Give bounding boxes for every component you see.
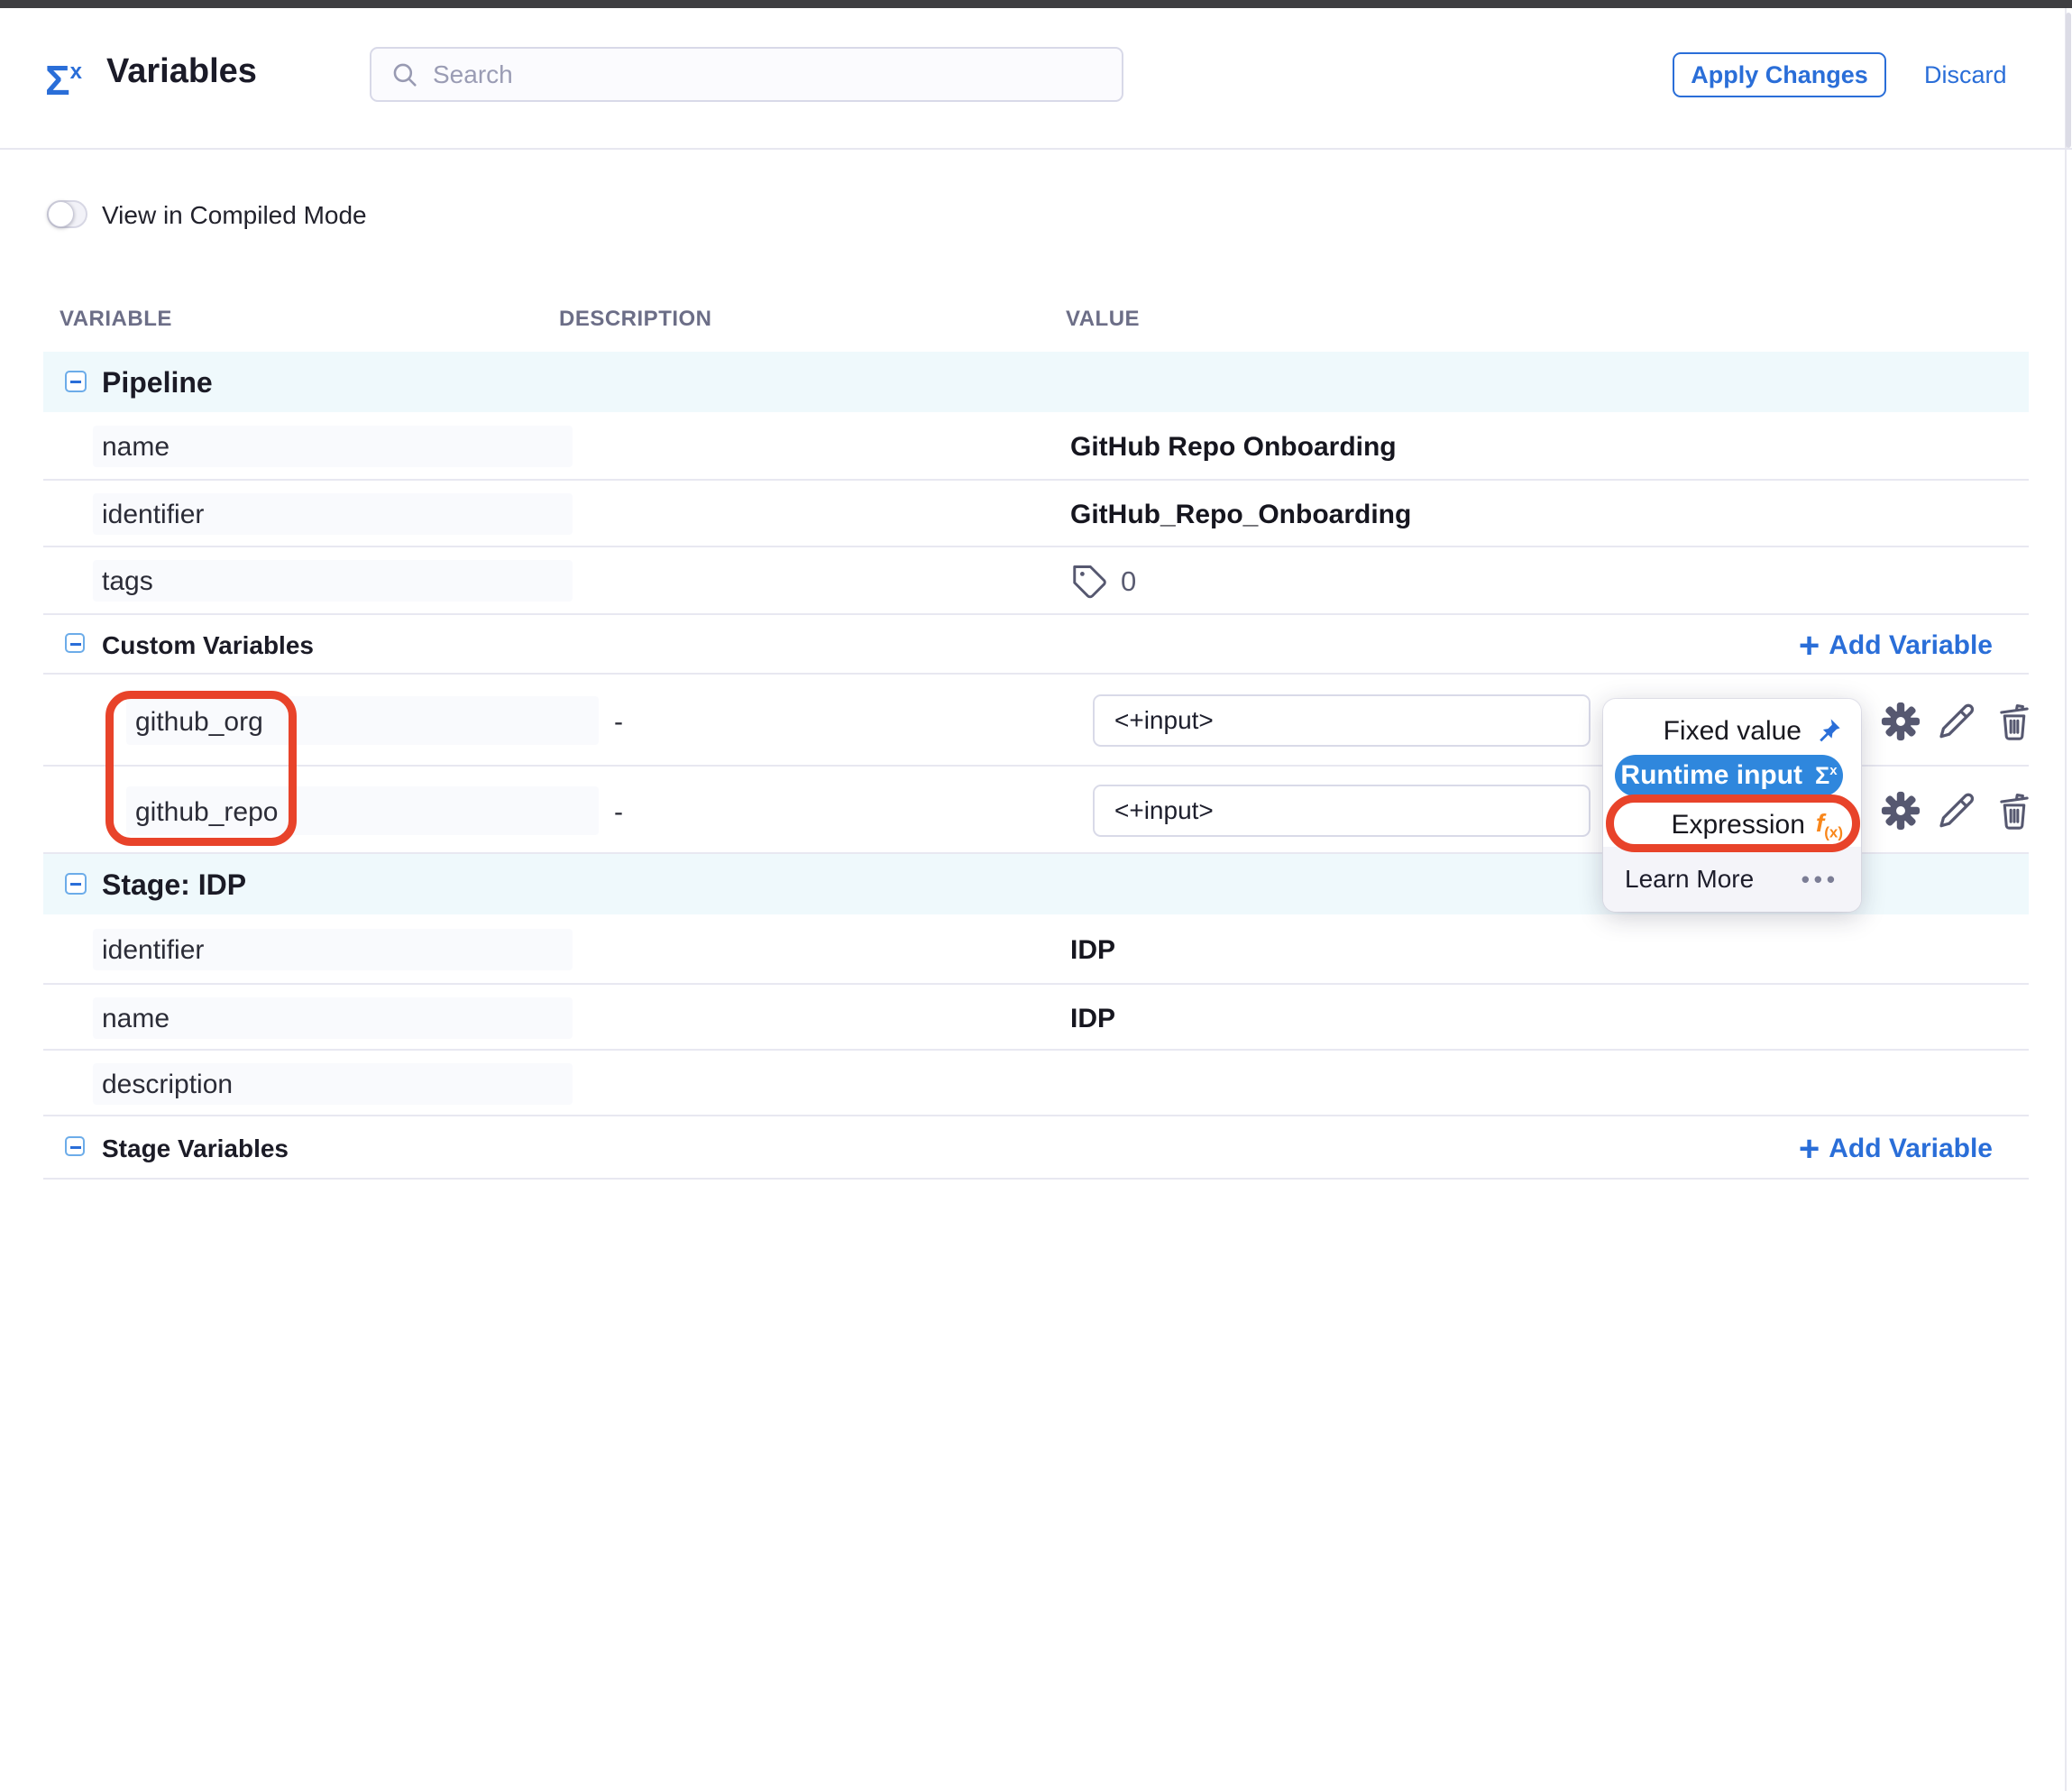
delete-trash-icon[interactable] — [1994, 701, 2035, 742]
runtime-input-label: Runtime input — [1620, 760, 1802, 791]
settings-gear-icon[interactable] — [1880, 701, 1921, 742]
row-description: - — [614, 707, 623, 738]
section-row-pipeline: Pipeline — [43, 352, 2029, 412]
column-header-description: DESCRIPTION — [559, 307, 712, 332]
apply-changes-button[interactable]: Apply Changes — [1673, 52, 1886, 97]
fixed-value-label: Fixed value — [1664, 716, 1802, 747]
menu-item-fixed-value[interactable]: Fixed value — [1664, 712, 1843, 751]
table-row: identifier GitHub_Repo_Onboarding — [43, 481, 2029, 547]
runtime-sigma-icon: Σx — [1815, 762, 1838, 790]
more-options-dots-icon[interactable]: ••• — [1802, 866, 1839, 894]
expression-fx-icon: f(x) — [1816, 809, 1843, 842]
section-title-pipeline: Pipeline — [102, 366, 213, 400]
edit-pencil-icon[interactable] — [1937, 790, 1978, 831]
dropdown-footer: Learn More ••• — [1603, 847, 1861, 912]
toggle-knob — [48, 201, 74, 227]
add-variable-button[interactable]: + Add Variable — [1799, 1134, 1993, 1164]
row-value: IDP — [1070, 935, 1115, 966]
subsection-title-custom-variables: Custom Variables — [102, 631, 314, 660]
table-row: name GitHub Repo Onboarding — [43, 412, 2029, 481]
learn-more-link[interactable]: Learn More — [1625, 865, 1754, 894]
discard-button[interactable]: Discard — [1924, 61, 2007, 89]
search-box[interactable] — [370, 47, 1123, 102]
row-label: github_repo — [135, 797, 278, 828]
delete-trash-icon[interactable] — [1994, 790, 2035, 831]
collapse-icon-pipeline[interactable] — [65, 371, 87, 392]
table-row: tags 0 — [43, 547, 2029, 615]
search-input[interactable] — [433, 60, 1100, 89]
search-icon — [390, 60, 420, 90]
section-title-stage: Stage: IDP — [102, 868, 246, 902]
value-input[interactable]: <+input> — [1093, 694, 1591, 747]
add-variable-label: Add Variable — [1829, 1134, 1993, 1164]
subsection-row-custom-variables: Custom Variables + Add Variable — [43, 615, 2029, 675]
subsection-title-stage-variables: Stage Variables — [102, 1134, 289, 1163]
tag-icon — [1070, 562, 1110, 602]
scrollbar-thumb[interactable] — [2066, 13, 2071, 148]
compiled-mode-label: View in Compiled Mode — [102, 202, 367, 229]
row-label: github_org — [135, 707, 263, 738]
row-label: name — [102, 432, 170, 463]
window-top-bar — [0, 0, 2072, 8]
pin-icon — [1812, 716, 1843, 747]
header-divider — [0, 148, 2072, 150]
settings-gear-icon[interactable] — [1880, 790, 1921, 831]
row-description: - — [614, 797, 623, 828]
row-label: identifier — [102, 500, 204, 530]
expression-label: Expression — [1671, 810, 1804, 840]
table-row: description — [43, 1051, 2029, 1116]
value-input[interactable]: <+input> — [1093, 785, 1591, 837]
collapse-icon-stage[interactable] — [65, 873, 87, 895]
add-variable-button[interactable]: + Add Variable — [1799, 630, 1993, 661]
column-header-value: VALUE — [1066, 307, 1140, 332]
row-value: GitHub_Repo_Onboarding — [1070, 500, 1411, 530]
variables-panel: Σx Variables Apply Changes Discard View … — [0, 0, 2072, 1791]
menu-item-runtime-input[interactable]: Runtime input Σx — [1615, 755, 1843, 796]
row-label: tags — [102, 566, 153, 597]
edit-pencil-icon[interactable] — [1937, 701, 1978, 742]
row-value: GitHub Repo Onboarding — [1070, 432, 1397, 463]
add-variable-label: Add Variable — [1829, 630, 1993, 661]
subsection-row-stage-variables: Stage Variables + Add Variable — [43, 1116, 2029, 1180]
page-title: Variables — [106, 52, 257, 91]
label-bar — [93, 560, 573, 602]
runtime-sigma-logo-icon: Σx — [45, 47, 82, 106]
value-type-dropdown: Fixed value Runtime input Σx Expression … — [1603, 699, 1861, 912]
collapse-icon-custom-variables[interactable] — [65, 633, 85, 653]
menu-item-expression[interactable]: Expression f(x) — [1671, 805, 1843, 845]
column-header-variable: VARIABLE — [60, 307, 172, 332]
compiled-mode-toggle[interactable] — [47, 200, 87, 228]
scrollbar-track[interactable] — [2065, 8, 2067, 1791]
row-label: description — [102, 1070, 233, 1100]
table-row: name IDP — [43, 985, 2029, 1051]
plus-icon: + — [1799, 1135, 1820, 1162]
collapse-icon-stage-variables[interactable] — [65, 1136, 85, 1156]
plus-icon: + — [1799, 632, 1820, 659]
tags-count: 0 — [1121, 565, 1136, 598]
row-value: IDP — [1070, 1004, 1115, 1034]
table-row: identifier IDP — [43, 914, 2029, 985]
row-label: name — [102, 1004, 170, 1034]
row-label: identifier — [102, 935, 204, 966]
